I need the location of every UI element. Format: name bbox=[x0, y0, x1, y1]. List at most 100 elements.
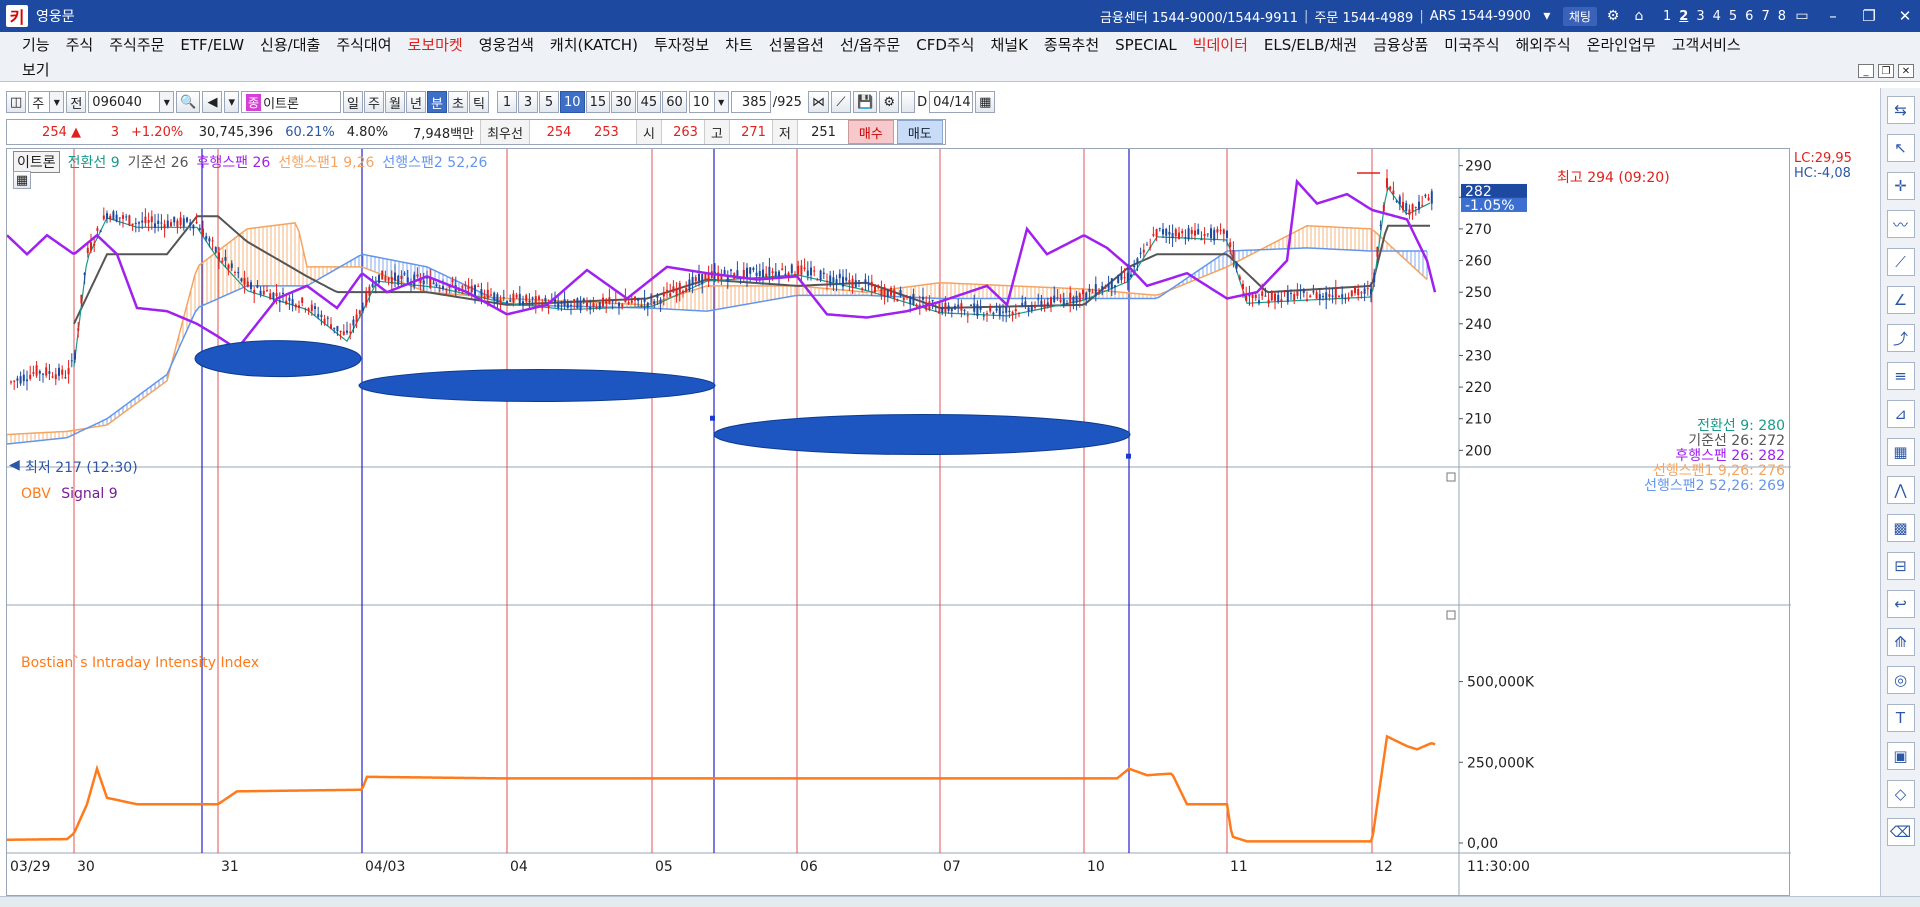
menu-item[interactable]: 캐치(KATCH) bbox=[542, 34, 646, 55]
interval-button[interactable]: 15 bbox=[585, 91, 611, 113]
drawing-tool-icon[interactable]: ↖ bbox=[1886, 134, 1915, 162]
date-checkbox[interactable] bbox=[901, 91, 916, 113]
maximize-button[interactable]: ❐ bbox=[1854, 7, 1884, 25]
child-close-button[interactable]: ✕ bbox=[1898, 64, 1914, 78]
chevron-down-icon[interactable]: ▾ bbox=[224, 91, 240, 113]
drawing-tool-icon[interactable]: T bbox=[1886, 704, 1915, 732]
stock-name-field[interactable]: 종 이트론 bbox=[241, 91, 342, 113]
settings-icon[interactable]: ⚙ bbox=[1603, 7, 1623, 25]
chart-svg[interactable]: 290280270260250240230220210200282-1.05%7… bbox=[7, 149, 1791, 897]
child-minimize-button[interactable]: _ bbox=[1858, 64, 1874, 78]
period-button[interactable]: 월 bbox=[385, 91, 406, 113]
menu-item[interactable]: 로보마켓 bbox=[400, 34, 471, 55]
drawing-tool-icon[interactable]: ⋀ bbox=[1886, 476, 1915, 504]
buy-button[interactable]: 매수 bbox=[847, 120, 894, 144]
sell-button[interactable]: 매도 bbox=[896, 120, 943, 144]
market-select[interactable]: 주 ▼ bbox=[28, 91, 65, 113]
menu-item[interactable]: 금융상품 bbox=[1365, 34, 1436, 55]
screen-6-button[interactable]: 6 bbox=[1745, 9, 1753, 24]
chart-area[interactable]: 290280270260250240230220210200282-1.05%7… bbox=[6, 148, 1852, 897]
screen-4-button[interactable]: 4 bbox=[1713, 9, 1721, 24]
period-button[interactable]: 년 bbox=[406, 91, 427, 113]
chevron-down-icon[interactable]: ▼ bbox=[714, 91, 729, 113]
interval-button[interactable]: 5 bbox=[539, 91, 560, 113]
interval-button[interactable]: 1 bbox=[497, 91, 518, 113]
drawing-tool-icon[interactable]: ◎ bbox=[1886, 666, 1915, 694]
screen-2-button[interactable]: 2 bbox=[1679, 9, 1688, 24]
period-button[interactable]: 틱 bbox=[469, 91, 490, 113]
menu-item[interactable]: 온라인업무 bbox=[1579, 34, 1664, 55]
screen-3-button[interactable]: 3 bbox=[1696, 9, 1704, 24]
menu-item[interactable]: 선/옵주문 bbox=[832, 34, 908, 55]
menu-item[interactable]: ELS/ELB/채권 bbox=[1256, 34, 1365, 55]
drawing-tool-icon[interactable]: ⊿ bbox=[1886, 400, 1915, 428]
period-button[interactable]: 분 bbox=[427, 91, 448, 113]
screen-1-button[interactable]: 1 bbox=[1663, 9, 1671, 24]
chevron-down-icon[interactable]: ▼ bbox=[160, 91, 175, 113]
drawing-tool-icon[interactable]: ▩ bbox=[1886, 514, 1915, 542]
close-button[interactable]: ✕ bbox=[1890, 7, 1920, 25]
drawing-tool-icon[interactable]: ▦ bbox=[1886, 438, 1915, 466]
menu-item[interactable]: 고객서비스 bbox=[1664, 34, 1749, 55]
drawing-tool-icon[interactable]: 〰 bbox=[1886, 210, 1915, 238]
screen-8-button[interactable]: 8 bbox=[1778, 9, 1786, 24]
menu-item[interactable]: SPECIAL bbox=[1107, 36, 1185, 54]
menu-item[interactable]: 채널K bbox=[982, 34, 1035, 55]
screen-5-button[interactable]: 5 bbox=[1729, 9, 1737, 24]
legend-item[interactable]: 후행스팬 26 bbox=[197, 152, 271, 172]
menu-item[interactable]: ETF/ELW bbox=[172, 36, 252, 54]
crosshair-icon[interactable]: ⋈ bbox=[807, 91, 829, 113]
menu-item[interactable]: 보기 bbox=[14, 59, 58, 80]
interval-select[interactable]: 10 ▼ bbox=[688, 91, 729, 113]
menu-item[interactable]: CFD주식 bbox=[908, 34, 982, 55]
search-icon[interactable]: 🔍 bbox=[176, 91, 201, 113]
menu-item[interactable]: 미국주식 bbox=[1436, 34, 1507, 55]
period-button[interactable]: 주 bbox=[364, 91, 385, 113]
dropdown-icon[interactable]: ▾ bbox=[1537, 7, 1557, 25]
drawing-tool-icon[interactable]: ≡ bbox=[1886, 362, 1915, 390]
interval-button[interactable]: 30 bbox=[611, 91, 636, 113]
drawing-tool-icon[interactable]: ⤴ bbox=[1886, 324, 1915, 352]
interval-button[interactable]: 60 bbox=[662, 91, 687, 113]
calendar-icon[interactable]: ▦ bbox=[975, 91, 996, 113]
count-input[interactable]: 385 bbox=[730, 91, 771, 113]
menu-item[interactable]: 주식대여 bbox=[328, 34, 399, 55]
date-input[interactable]: 04/14 bbox=[929, 91, 974, 113]
interval-button[interactable]: 3 bbox=[518, 91, 539, 113]
minimize-button[interactable]: – bbox=[1818, 7, 1848, 25]
menu-item[interactable]: 영웅검색 bbox=[471, 34, 542, 55]
all-button[interactable]: 전 bbox=[66, 91, 87, 113]
draw-icon[interactable]: ⟋ bbox=[830, 91, 851, 113]
menu-item[interactable]: 종목추천 bbox=[1036, 34, 1107, 55]
interval-button[interactable]: 10 bbox=[560, 91, 585, 113]
menu-item[interactable]: 선물옵션 bbox=[761, 34, 832, 55]
menu-item[interactable]: 주식주문 bbox=[101, 34, 172, 55]
stock-code-select[interactable]: 096040 ▼ bbox=[88, 91, 175, 113]
speaker-icon[interactable]: ◀ bbox=[202, 91, 223, 113]
drawing-tool-icon[interactable]: ◇ bbox=[1886, 780, 1915, 808]
grid-icon[interactable]: ▦ bbox=[13, 171, 31, 189]
screen-7-button[interactable]: 7 bbox=[1761, 9, 1769, 24]
drawing-tool-icon[interactable]: ▣ bbox=[1886, 742, 1915, 770]
drawing-tool-icon[interactable]: ⟰ bbox=[1886, 628, 1915, 656]
menu-item[interactable]: 주식 bbox=[58, 34, 102, 55]
stock-code-input[interactable]: 096040 bbox=[88, 91, 161, 113]
home-icon[interactable]: ⌂ bbox=[1629, 7, 1649, 25]
chevron-down-icon[interactable]: ▼ bbox=[50, 91, 65, 113]
drawing-tool-icon[interactable]: ↩ bbox=[1886, 590, 1915, 618]
save-icon[interactable]: 💾 bbox=[852, 91, 878, 113]
layout-icon[interactable]: ◫ bbox=[6, 91, 27, 113]
period-button[interactable]: 초 bbox=[448, 91, 469, 113]
menu-item[interactable]: 기능 bbox=[14, 34, 58, 55]
menu-item[interactable]: 차트 bbox=[717, 34, 761, 55]
scroll-bar[interactable] bbox=[0, 896, 1920, 907]
drawing-tool-icon[interactable]: ⟋ bbox=[1886, 248, 1915, 276]
drawing-tool-icon[interactable]: ∠ bbox=[1886, 286, 1915, 314]
gear-icon[interactable]: ⚙ bbox=[879, 91, 900, 113]
drawing-tool-icon[interactable]: ✛ bbox=[1886, 172, 1915, 200]
legend-item[interactable]: 기준선 26 bbox=[128, 152, 189, 172]
menu-item[interactable]: 투자정보 bbox=[646, 34, 717, 55]
drawing-tool-icon[interactable]: ⇆ bbox=[1886, 96, 1915, 124]
legend-item[interactable]: 선행스팬1 9,26 bbox=[278, 152, 374, 172]
period-button[interactable]: 일 bbox=[343, 91, 364, 113]
